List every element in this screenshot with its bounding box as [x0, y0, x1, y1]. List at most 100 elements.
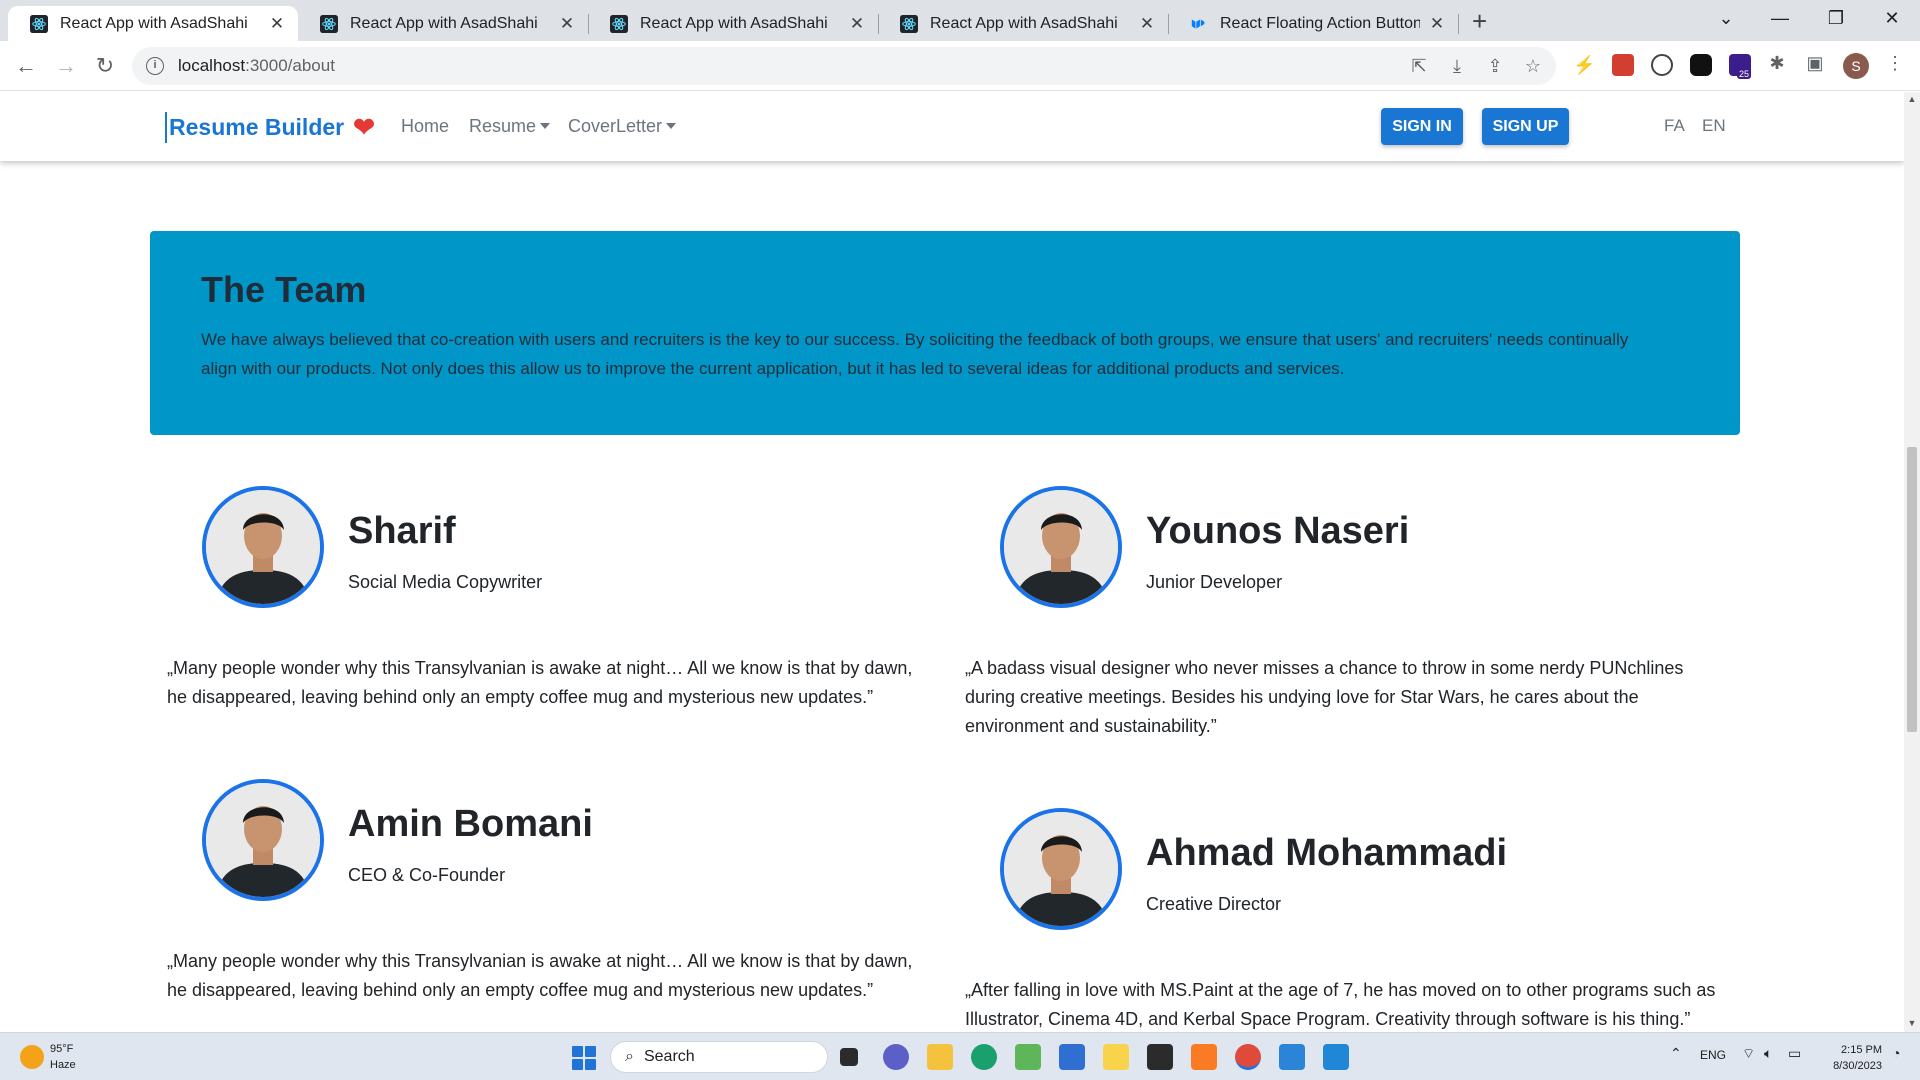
clock-date: 8/30/2023 [1833, 1060, 1882, 1072]
share-icon[interactable]: ⇪ [1484, 56, 1506, 77]
scrollbar-thumb[interactable] [1907, 447, 1917, 732]
extension-hexagon-icon[interactable] [1690, 54, 1712, 76]
taskbar-search-label: Search [643, 1048, 695, 1065]
address-url[interactable]: localhost:3000/about [178, 56, 335, 76]
browser-tab-5[interactable]: React Floating Action Button (FAB ✕ [1168, 6, 1458, 41]
member-avatar [202, 486, 324, 608]
input-language[interactable]: ENG [1700, 1048, 1726, 1062]
reload-icon[interactable]: ↻ [91, 52, 119, 80]
tab-search-chevron-icon[interactable]: ⌄ [1706, 6, 1746, 30]
new-tab-plus-icon[interactable]: + [1472, 6, 1487, 36]
heart-icon: ❤ [353, 112, 375, 142]
react-icon [320, 14, 338, 33]
tray-chevron-icon[interactable]: ⌃ [1670, 1045, 1682, 1062]
sign-up-button[interactable]: SIGN UP [1482, 108, 1569, 145]
brand-link[interactable]: Resume Builder ❤ [165, 112, 375, 143]
forward-arrow-icon[interactable]: → [52, 52, 80, 80]
open-in-app-icon[interactable]: ⇱ [1408, 56, 1430, 77]
system-clock[interactable]: 2:15 PM 8/30/2023 [1810, 1042, 1882, 1074]
tab-title: React App with AsadShahi [930, 14, 1118, 32]
member-quote: „After falling in love with MS.Paint at … [965, 980, 1716, 1029]
tab-separator [1458, 14, 1459, 34]
person-photo-icon [1004, 490, 1118, 604]
notification-icon[interactable]: ◔ [1892, 1045, 1900, 1061]
site-info-icon[interactable]: i [146, 57, 164, 75]
edge-browser-icon[interactable] [971, 1044, 997, 1070]
hero-title: The Team [201, 269, 367, 310]
url-host: localhost [178, 56, 246, 75]
nav-resume-dropdown[interactable]: Resume [469, 116, 551, 137]
browser-tab-2[interactable]: React App with AsadShahi ✕ [298, 6, 588, 41]
member-role: Creative Director [1146, 894, 1282, 914]
weather-condition: Haze [50, 1059, 76, 1071]
member-name: Amin Bomani [348, 803, 593, 845]
teams-chat-icon[interactable] [883, 1044, 909, 1070]
bookmark-star-icon[interactable]: ☆ [1522, 56, 1544, 77]
close-icon[interactable]: ✕ [268, 14, 286, 34]
lang-fa-link[interactable]: FA [1664, 116, 1685, 136]
tab-title: React App with AsadShahi [350, 14, 538, 32]
nav-coverletter-dropdown[interactable]: CoverLetter [568, 116, 677, 137]
member-avatar [202, 779, 324, 901]
extensions-puzzle-icon[interactable]: ✱ [1766, 53, 1788, 74]
weather-temp: 95°F [50, 1043, 74, 1055]
minimize-icon[interactable]: — [1760, 6, 1800, 30]
clock-time: 2:15 PM [1841, 1044, 1882, 1056]
menu-kebab-icon[interactable]: ⋮ [1884, 53, 1906, 74]
nav-home[interactable]: Home [401, 116, 449, 137]
battery-icon[interactable]: ▭ [1788, 1045, 1801, 1062]
mui-icon [1191, 19, 1205, 28]
close-icon[interactable]: ✕ [848, 14, 866, 34]
extension-red-icon[interactable] [1612, 54, 1634, 76]
lang-en-link[interactable]: EN [1702, 116, 1726, 136]
chrome-icon[interactable] [1235, 1044, 1261, 1070]
restore-icon[interactable]: ❐ [1816, 6, 1856, 30]
extension-circle-icon[interactable] [1651, 54, 1673, 76]
volume-icon[interactable]: 🔈︎ [1764, 1045, 1772, 1062]
task-view-icon[interactable] [840, 1048, 858, 1066]
sticky-notes-icon[interactable] [1103, 1044, 1129, 1070]
close-icon[interactable]: ✕ [558, 14, 576, 34]
xampp-icon[interactable] [1015, 1044, 1041, 1070]
browser-tabbar: React App with AsadShahi ✕ React App wit… [0, 0, 1920, 41]
media-player-icon[interactable] [1323, 1044, 1349, 1070]
file-explorer-icon[interactable] [927, 1044, 953, 1070]
sign-in-button[interactable]: SIGN IN [1381, 108, 1463, 145]
nav-coverletter-label: CoverLetter [568, 116, 663, 136]
terminal-icon[interactable] [1147, 1044, 1173, 1070]
close-icon[interactable]: ✕ [1138, 14, 1156, 34]
wifi-icon[interactable]: ⌔ [1742, 1045, 1755, 1063]
profile-avatar[interactable]: S [1843, 53, 1869, 79]
back-arrow-icon[interactable]: ← [12, 52, 40, 80]
browser-toolbar: ← → ↻ i localhost:3000/about ⇱ ⤓ ⇪ ☆ ⚡ 2… [0, 41, 1920, 91]
xampp-control-icon[interactable] [1191, 1044, 1217, 1070]
browser-tab-1[interactable]: React App with AsadShahi ✕ [8, 6, 298, 41]
member-name: Ahmad Mohammadi [1146, 832, 1508, 874]
windows-start-icon[interactable] [572, 1046, 596, 1070]
site-navbar: Resume Builder ❤ Home Resume CoverLetter… [0, 92, 1904, 161]
caret-down-icon [540, 123, 551, 129]
install-icon[interactable]: ⤓ [1446, 56, 1468, 77]
scroll-up-icon[interactable]: ▲ [1904, 94, 1920, 104]
brand-text: Resume Builder [169, 114, 345, 140]
person-photo-icon [1004, 812, 1118, 926]
extension-bolt-icon[interactable]: ⚡ [1573, 54, 1595, 76]
weather-haze-icon[interactable] [20, 1045, 44, 1069]
window-close-icon[interactable]: ✕ [1872, 6, 1912, 30]
browser-tab-3[interactable]: React App with AsadShahi ✕ [588, 6, 878, 41]
side-panel-icon[interactable]: ▣ [1804, 53, 1826, 74]
store-icon[interactable] [1059, 1044, 1085, 1070]
vscode-icon[interactable] [1279, 1044, 1305, 1070]
taskbar-search[interactable]: ⌕ Search [610, 1041, 828, 1073]
member-role: CEO & Co-Founder [348, 865, 506, 885]
scroll-down-icon[interactable]: ▼ [1904, 1018, 1920, 1028]
close-icon[interactable]: ✕ [1428, 14, 1446, 34]
browser-tab-4[interactable]: React App with AsadShahi ✕ [878, 6, 1168, 41]
search-icon: ⌕ [625, 1048, 634, 1065]
member-avatar [1000, 486, 1122, 608]
address-bar[interactable]: i localhost:3000/about ⇱ ⤓ ⇪ ☆ [132, 47, 1556, 85]
page-scrollbar[interactable]: ▲ ▼ [1904, 92, 1920, 1032]
tab-title: React App with AsadShahi [60, 14, 248, 32]
person-photo-icon [206, 783, 320, 897]
react-icon [900, 14, 918, 33]
